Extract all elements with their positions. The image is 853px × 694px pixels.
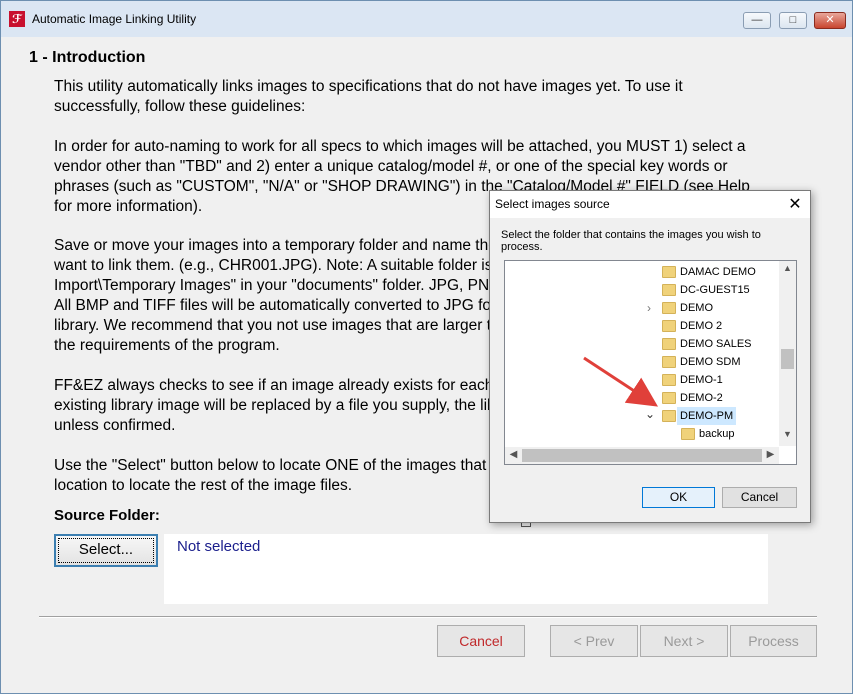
vertical-scroll-thumb[interactable] [781, 349, 794, 369]
folder-icon [662, 392, 676, 404]
maximize-button[interactable]: □ [779, 12, 807, 29]
folder-icon [681, 428, 695, 440]
scroll-left-icon[interactable]: ◀ [505, 449, 522, 460]
annotation-arrow-icon [583, 356, 659, 407]
folder-icon [662, 266, 676, 278]
title-bar[interactable]: ℱ Automatic Image Linking Utility — □ ✕ [1, 1, 852, 37]
scroll-up-icon[interactable]: ▲ [779, 263, 796, 273]
source-folder-display: Not selected [164, 534, 768, 604]
cancel-button[interactable]: Cancel [437, 625, 525, 657]
prev-button[interactable]: < Prev [550, 625, 638, 657]
ok-button[interactable]: OK [642, 487, 715, 508]
dialog-cancel-button[interactable]: Cancel [722, 487, 797, 508]
intro-paragraph-1: This utility automatically links images … [54, 78, 683, 115]
folder-icon [662, 302, 676, 314]
divider [39, 616, 817, 618]
select-button[interactable]: Select... [54, 534, 158, 567]
close-button[interactable]: ✕ [814, 12, 846, 29]
folder-icon [662, 374, 676, 386]
chevron-right-icon[interactable]: › [647, 301, 651, 315]
scroll-right-icon[interactable]: ▶ [762, 449, 779, 460]
source-folder-value: Not selected [177, 538, 261, 555]
next-button[interactable]: Next > [640, 625, 728, 657]
app-icon: ℱ [9, 11, 25, 27]
folder-icon [662, 320, 676, 332]
dialog-title: Select images source [495, 197, 610, 211]
dialog-title-bar[interactable]: Select images source ✕ [490, 191, 810, 218]
page-title: 1 - Introduction [29, 49, 146, 66]
dialog-close-button[interactable]: ✕ [786, 194, 804, 214]
horizontal-scrollbar[interactable]: ◀ ▶ [505, 447, 779, 464]
dialog-instruction: Select the folder that contains the imag… [501, 229, 761, 253]
folder-icon [662, 356, 676, 368]
vertical-scrollbar[interactable]: ▲ ▼ [779, 261, 796, 446]
scroll-down-icon[interactable]: ▼ [779, 429, 796, 439]
window-title: Automatic Image Linking Utility [32, 12, 197, 26]
folder-icon [662, 338, 676, 350]
chevron-down-icon[interactable]: ⌄ [645, 407, 655, 421]
folder-icon [662, 284, 676, 296]
process-button[interactable]: Process [730, 625, 817, 657]
source-folder-label: Source Folder: [54, 507, 160, 524]
minimize-button[interactable]: — [743, 12, 771, 29]
folder-icon [662, 410, 676, 422]
horizontal-scroll-thumb[interactable] [522, 449, 762, 462]
